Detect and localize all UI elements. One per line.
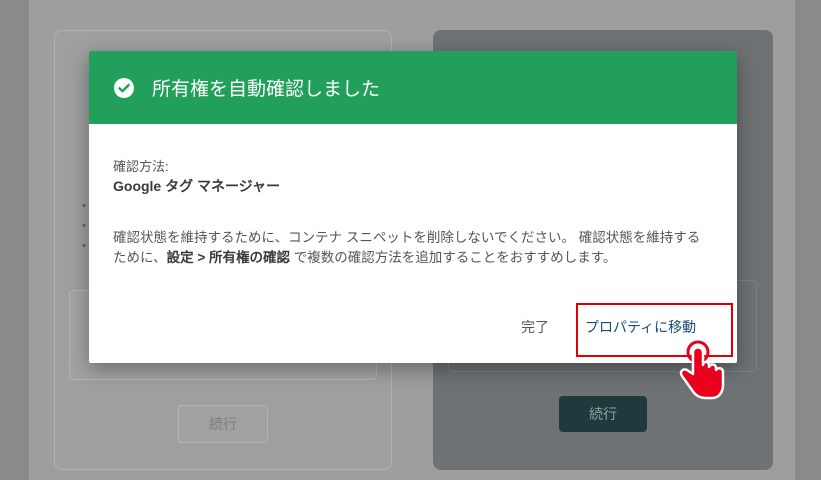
done-button[interactable]: 完了 (521, 317, 549, 337)
settings-path-text: 設定 > 所有権の確認 (166, 250, 290, 265)
dialog-description: 確認状態を維持するために、コンテナ スニペットを削除しないでください。 確認状態… (113, 228, 713, 268)
description-text-2: で複数の確認方法を追加することをおすすめします。 (290, 250, 617, 265)
right-continue-button[interactable]: 続行 (559, 396, 647, 432)
dialog-header: 所有権を自動確認しました (89, 51, 737, 124)
check-circle-icon (114, 77, 134, 98)
dialog-title: 所有権を自動確認しました (152, 79, 381, 100)
hand-pointer-icon (672, 340, 728, 404)
left-card-bullets: • • • (82, 200, 86, 252)
dialog-body: 確認方法: Google タグ マネージャー 確認状態を維持するために、コンテナ… (89, 124, 737, 268)
verification-method-value: Google タグ マネージャー (113, 178, 281, 194)
verification-method-label: 確認方法: (113, 159, 169, 174)
left-continue-button[interactable]: 続行 (178, 405, 268, 443)
